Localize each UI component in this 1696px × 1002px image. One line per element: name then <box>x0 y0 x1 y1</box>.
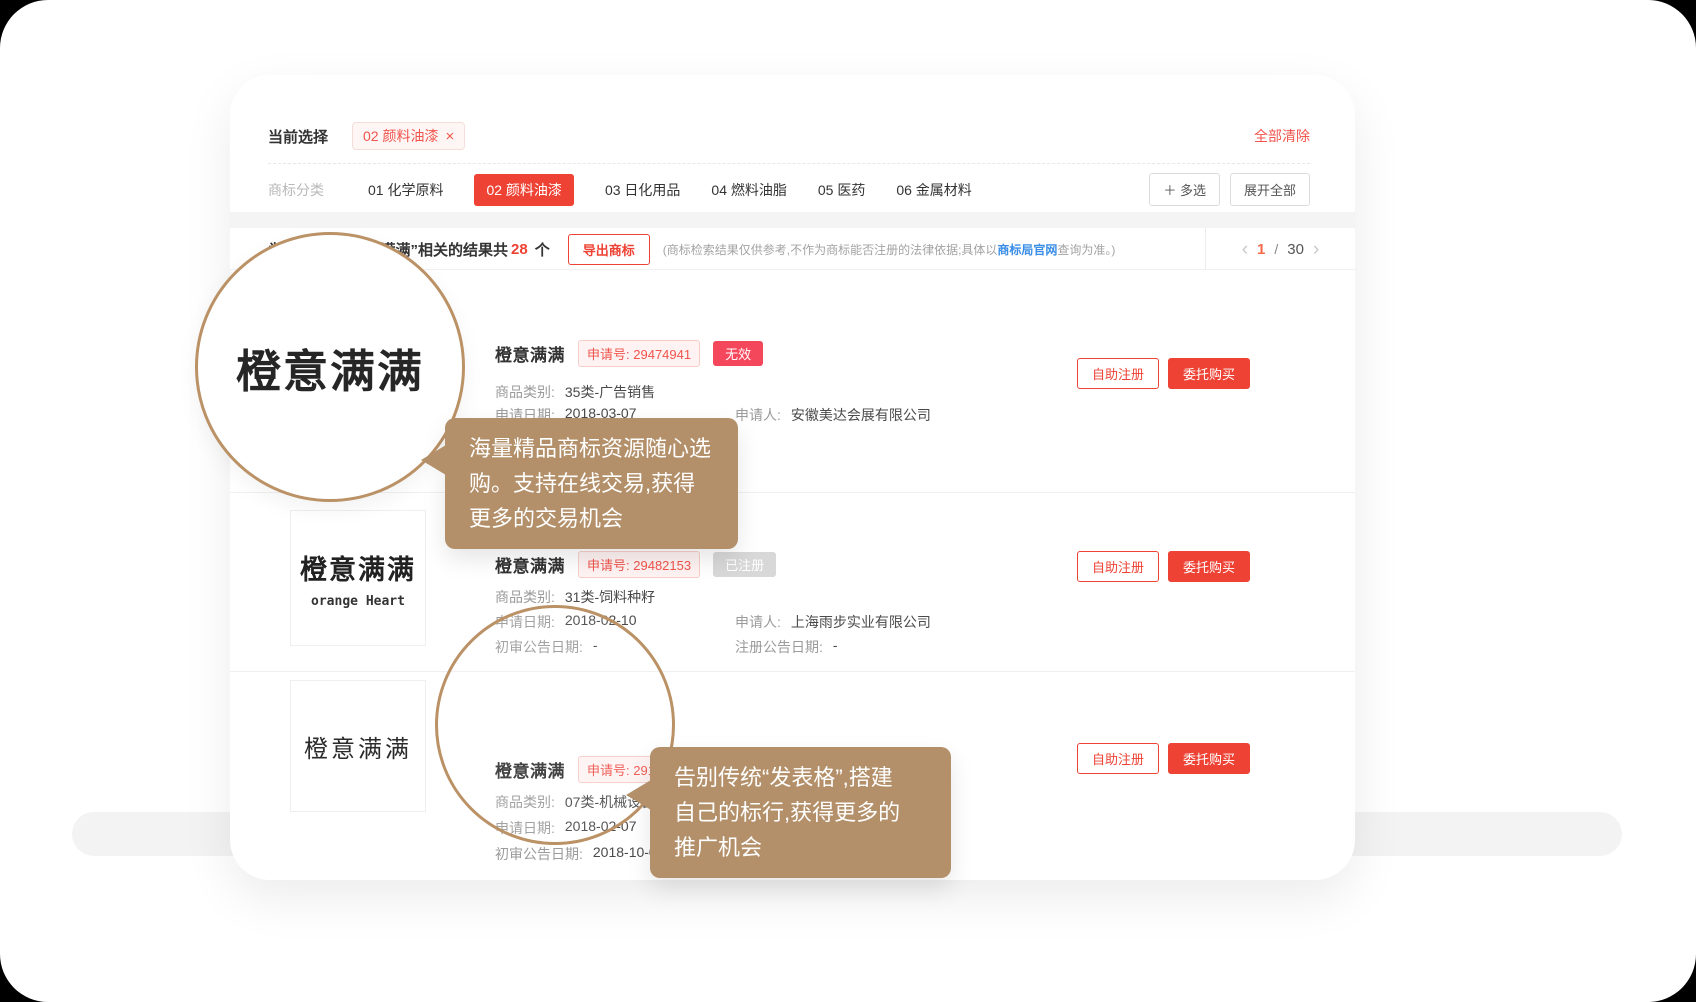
current-selection-bar: 当前选择 02 颜料油漆 × 全部清除 <box>268 122 1310 150</box>
application-number-label: 申请号: <box>587 558 630 573</box>
category-value: 35类-广告销售 <box>565 382 655 402</box>
pagination-total-pages: 30 <box>1287 241 1304 258</box>
first-publication-label: 初审公告日期: <box>495 844 583 864</box>
category-value: 31类-饲料种籽 <box>565 587 655 607</box>
application-number-value: 29482153 <box>633 558 691 573</box>
header-separator-band <box>230 212 1355 228</box>
self-register-button[interactable]: 自助注册 <box>1077 358 1159 389</box>
remove-filter-icon[interactable]: × <box>445 129 454 144</box>
self-register-button[interactable]: 自助注册 <box>1077 743 1159 774</box>
tab-metal-material[interactable]: 06 金属材料 <box>896 180 971 200</box>
entrust-purchase-button[interactable]: 委托购买 <box>1168 358 1250 389</box>
row-2-category-line: 商品类别: 31类-饲料种籽 <box>495 587 655 607</box>
applicant-value: 上海雨步实业有限公司 <box>791 612 931 632</box>
pagination: ‹ 1 / 30 › <box>1205 228 1355 270</box>
pagination-separator: / <box>1274 241 1278 257</box>
category-label: 商品类别: <box>495 587 555 607</box>
status-badge-invalid: 无效 <box>713 341 763 366</box>
category-bar: 商标分类 01 化学原料 02 颜料油漆 03 日化用品 04 燃料油脂 05 … <box>268 174 1310 205</box>
application-number-tag: 申请号: 29482153 <box>578 551 700 578</box>
tab-fuel-grease[interactable]: 04 燃料油脂 <box>711 180 786 200</box>
tab-chemical-raw[interactable]: 01 化学原料 <box>368 180 443 200</box>
selected-filter-chip-label: 02 颜料油漆 <box>363 126 438 146</box>
status-badge-registered: 已注册 <box>713 552 776 577</box>
application-number-label: 申请号: <box>587 347 630 362</box>
results-disclaimer: (商标检索结果仅供参考,不作为商标能否注册的法律依据;具体以商标局官网查询为准。… <box>663 241 1116 258</box>
result-row-2: 橙意满满 orange Heart 橙意满满 申请号: 29482153 已注册… <box>230 493 1355 672</box>
applicant-label: 申请人: <box>735 405 781 425</box>
application-number-tag: 申请号: 29474941 <box>578 340 700 367</box>
magnified-trademark-text: 橙意满满 <box>236 335 424 400</box>
trademark-image-3-text: 橙意满满 <box>304 729 412 764</box>
row-1-actions: 自助注册 委托购买 <box>1077 358 1250 389</box>
dashed-divider <box>268 163 1310 164</box>
chevron-left-icon[interactable]: ‹ <box>1242 240 1248 259</box>
registration-publication-label: 注册公告日期: <box>735 637 823 657</box>
selected-filter-chip[interactable]: 02 颜料油漆 × <box>352 122 465 150</box>
applicant-value: 安徽美达会展有限公司 <box>791 405 931 425</box>
row-1-category-line: 商品类别: 35类-广告销售 <box>495 382 655 402</box>
trademark-image-2-subtext: orange Heart <box>311 594 405 609</box>
callout-promotion: 告别传统“发表格”,搭建 自己的标行,获得更多的 推广机会 <box>650 747 951 878</box>
applicant-label: 申请人: <box>735 612 781 632</box>
trademark-name[interactable]: 橙意满满 <box>495 552 565 577</box>
clear-all-button[interactable]: 全部清除 <box>1254 126 1310 146</box>
results-count-unit: 个 <box>535 239 550 260</box>
entrust-purchase-button[interactable]: 委托购买 <box>1168 743 1250 774</box>
trademark-image-3[interactable]: 橙意满满 <box>290 680 426 812</box>
multi-select-button[interactable]: ＋ 多选 <box>1149 173 1220 206</box>
category-label: 商品类别: <box>495 382 555 402</box>
self-register-button[interactable]: 自助注册 <box>1077 551 1159 582</box>
export-trademark-button[interactable]: 导出商标 <box>568 234 650 265</box>
disclaimer-text-post: 查询为准。) <box>1057 243 1115 257</box>
expand-all-button[interactable]: 展开全部 <box>1230 173 1310 206</box>
row-1-title-line: 橙意满满 申请号: 29474941 无效 <box>495 340 763 366</box>
category-tabs: 01 化学原料 02 颜料油漆 03 日化用品 04 燃料油脂 05 医药 06… <box>368 174 972 206</box>
trademark-image-2[interactable]: 橙意满满 orange Heart <box>290 510 426 646</box>
chevron-right-icon[interactable]: › <box>1313 240 1319 259</box>
trademark-image-2-text: 橙意满满 <box>300 548 416 587</box>
trademark-office-link[interactable]: 商标局官网 <box>997 243 1057 257</box>
current-selection-label: 当前选择 <box>268 126 328 147</box>
callout-trade-resources: 海量精品商标资源随心选 购。支持在线交易,获得 更多的交易机会 <box>445 418 738 549</box>
tab-medicine[interactable]: 05 医药 <box>818 180 865 200</box>
trademark-name[interactable]: 橙意满满 <box>495 341 565 366</box>
pagination-current-page: 1 <box>1257 241 1265 258</box>
tab-pigment-paint-active[interactable]: 02 颜料油漆 <box>474 174 573 206</box>
category-bar-actions: ＋ 多选 展开全部 <box>1149 173 1310 206</box>
row-2-title-line: 橙意满满 申请号: 29482153 已注册 <box>495 551 776 577</box>
entrust-purchase-button[interactable]: 委托购买 <box>1168 551 1250 582</box>
application-number-value: 29474941 <box>633 347 691 362</box>
tab-daily-chemical[interactable]: 03 日化用品 <box>605 180 680 200</box>
row-3-actions: 自助注册 委托购买 <box>1077 743 1250 774</box>
category-bar-label: 商标分类 <box>268 180 324 200</box>
row-2-actions: 自助注册 委托购买 <box>1077 551 1250 582</box>
disclaimer-text-pre: (商标检索结果仅供参考,不作为商标能否注册的法律依据;具体以 <box>663 243 998 257</box>
registration-publication-value: - <box>833 637 838 657</box>
results-count: 28 <box>511 241 528 258</box>
